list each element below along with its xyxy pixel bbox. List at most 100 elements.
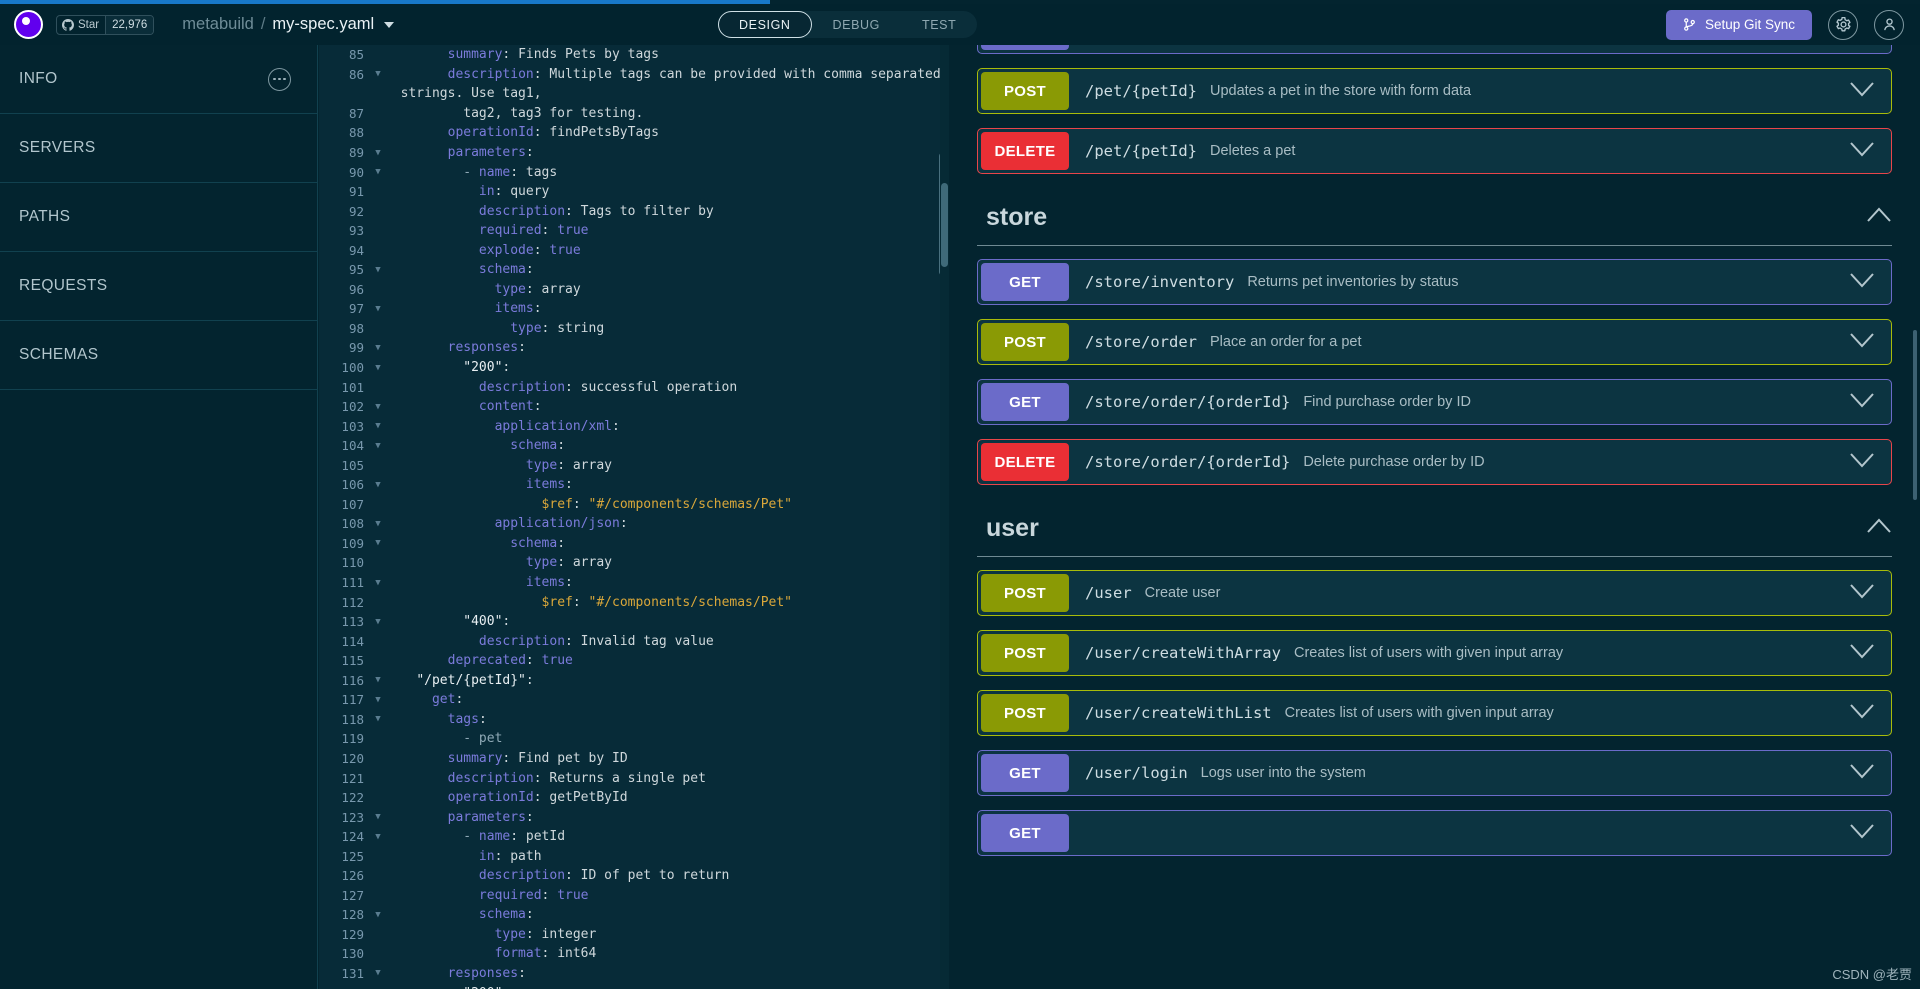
fold-toggle-icon[interactable]: ▼	[371, 167, 385, 177]
code-line[interactable]: 108 ▼ application/json:	[319, 514, 949, 534]
endpoint-row[interactable]: POST/store/order Place an order for a pet	[977, 319, 1892, 365]
code-line[interactable]: 92 description: Tags to filter by	[319, 201, 949, 221]
mode-tab-design[interactable]: DESIGN	[718, 11, 812, 38]
endpoint-row[interactable]: GET	[977, 810, 1892, 856]
code-line[interactable]: 117 ▼ get:	[319, 690, 949, 710]
code-line[interactable]: 129 type: integer	[319, 925, 949, 945]
chevron-down-icon[interactable]	[1849, 823, 1875, 840]
fold-toggle-icon[interactable]: ▼	[371, 538, 385, 548]
code-line[interactable]: 88 operationId: findPetsByTags	[319, 123, 949, 143]
github-star-widget[interactable]: Star 22,976	[56, 14, 155, 35]
code-line[interactable]: 122 operationId: getPetById	[319, 788, 949, 808]
fold-toggle-icon[interactable]: ▼	[371, 910, 385, 920]
expand-endpoint-button[interactable]	[1849, 823, 1875, 845]
sidebar-item-info[interactable]: INFO	[0, 45, 317, 114]
fold-toggle-icon[interactable]: ▼	[371, 265, 385, 275]
code-line[interactable]: 103 ▼ application/xml:	[319, 416, 949, 436]
code-line[interactable]: 100 ▼ "200":	[319, 358, 949, 378]
endpoint-row[interactable]: DELETE/store/order/{orderId} Delete purch…	[977, 439, 1892, 485]
chevron-down-icon[interactable]	[1849, 583, 1875, 600]
expand-endpoint-button[interactable]	[1849, 703, 1875, 725]
right-panel-scrollbar-thumb[interactable]	[941, 183, 948, 267]
code-line[interactable]: strings. Use tag1,	[319, 84, 949, 104]
endpoint-row[interactable]: GET/store/order/{orderId} Find purchase o…	[977, 379, 1892, 425]
expand-endpoint-button[interactable]	[1849, 643, 1875, 665]
code-line[interactable]: 105 type: array	[319, 455, 949, 475]
code-line[interactable]: 104 ▼ schema:	[319, 436, 949, 456]
chevron-down-icon[interactable]	[1849, 452, 1875, 469]
breadcrumb-org[interactable]: metabuild	[182, 15, 254, 34]
code-line[interactable]: 89 ▼ parameters:	[319, 143, 949, 163]
code-line[interactable]: 95 ▼ schema:	[319, 260, 949, 280]
code-line[interactable]: 90 ▼ - name: tags	[319, 162, 949, 182]
fold-toggle-icon[interactable]: ▼	[371, 421, 385, 431]
code-line[interactable]: 127 required: true	[319, 886, 949, 906]
code-line[interactable]: 93 required: true	[319, 221, 949, 241]
code-line[interactable]: 91 in: query	[319, 182, 949, 202]
chevron-down-icon[interactable]	[1849, 141, 1875, 158]
fold-toggle-icon[interactable]: ▼	[371, 441, 385, 451]
code-line[interactable]: 121 description: Returns a single pet	[319, 768, 949, 788]
settings-button[interactable]	[1828, 9, 1858, 40]
chevron-down-icon[interactable]	[384, 21, 395, 28]
sidebar-item-requests[interactable]: REQUESTS	[0, 252, 317, 321]
fold-toggle-icon[interactable]: ▼	[371, 69, 385, 79]
code-line[interactable]: 124 ▼ - name: petId	[319, 827, 949, 847]
code-line[interactable]: 86 ▼ description: Multiple tags can be pr…	[319, 65, 949, 85]
endpoint-row[interactable]: POST/user/createWithArray Creates list of…	[977, 630, 1892, 676]
expand-endpoint-button[interactable]	[1849, 452, 1875, 474]
setup-git-sync-button[interactable]: Setup Git Sync	[1665, 9, 1812, 40]
code-line[interactable]: 87 tag2, tag3 for testing.	[319, 104, 949, 124]
fold-toggle-icon[interactable]: ▼	[371, 363, 385, 373]
endpoint-row[interactable]: DELETE/pet/{petId} Deletes a pet	[977, 128, 1892, 174]
fold-toggle-icon[interactable]: ▼	[371, 343, 385, 353]
code-line[interactable]: 116 ▼ "/pet/{petId}":	[319, 671, 949, 691]
code-line[interactable]: 98 type: string	[319, 319, 949, 339]
code-line[interactable]: 113 ▼ "400":	[319, 612, 949, 632]
fold-toggle-icon[interactable]: ▼	[371, 402, 385, 412]
code-line[interactable]: 130 format: int64	[319, 944, 949, 964]
collapse-section-button[interactable]	[1866, 207, 1892, 229]
code-line[interactable]: 125 in: path	[319, 846, 949, 866]
code-line[interactable]: 120 summary: Find pet by ID	[319, 749, 949, 769]
ellipsis-icon[interactable]	[268, 67, 291, 91]
code-line[interactable]: 112 $ref: "#/components/schemas/Pet"	[319, 592, 949, 612]
account-button[interactable]	[1874, 9, 1904, 40]
fold-toggle-icon[interactable]: ▼	[371, 675, 385, 685]
tag-section-header-store[interactable]: store	[977, 190, 1892, 246]
fold-toggle-icon[interactable]: ▼	[371, 578, 385, 588]
expand-endpoint-button[interactable]	[1849, 763, 1875, 785]
endpoint-row[interactable]: POST/user/createWithList Creates list of …	[977, 690, 1892, 736]
fold-toggle-icon[interactable]: ▼	[371, 519, 385, 529]
tag-section-header-user[interactable]: user	[977, 501, 1892, 557]
code-line[interactable]: 118 ▼ tags:	[319, 710, 949, 730]
fold-toggle-icon[interactable]: ▼	[371, 714, 385, 724]
yaml-code-editor[interactable]: 85 summary: Finds Pets by tags 86 ▼ descri…	[319, 45, 949, 989]
fold-toggle-icon[interactable]: ▼	[371, 148, 385, 158]
chevron-up-icon[interactable]	[1866, 207, 1892, 224]
expand-endpoint-button[interactable]	[1849, 272, 1875, 294]
code-line[interactable]: 102 ▼ content:	[319, 397, 949, 417]
fold-toggle-icon[interactable]: ▼	[371, 695, 385, 705]
chevron-down-icon[interactable]	[1849, 392, 1875, 409]
fold-toggle-icon[interactable]: ▼	[371, 480, 385, 490]
sidebar-item-servers[interactable]: SERVERS	[0, 114, 317, 183]
expand-endpoint-button[interactable]	[1849, 392, 1875, 414]
fold-toggle-icon[interactable]: ▼	[371, 304, 385, 314]
chevron-down-icon[interactable]	[1849, 763, 1875, 780]
code-line[interactable]: 99 ▼ responses:	[319, 338, 949, 358]
mode-tab-debug[interactable]: DEBUG	[812, 11, 901, 38]
expand-endpoint-button[interactable]	[1849, 583, 1875, 605]
code-line[interactable]: 132▼ "200":	[319, 983, 949, 989]
fold-toggle-icon[interactable]: ▼	[371, 812, 385, 822]
code-line[interactable]: 109 ▼ schema:	[319, 534, 949, 554]
fold-toggle-icon[interactable]: ▼	[371, 617, 385, 627]
chevron-down-icon[interactable]	[1849, 332, 1875, 349]
endpoint-row[interactable]: POST/user Create user	[977, 570, 1892, 616]
fold-toggle-icon[interactable]: ▼	[371, 832, 385, 842]
breadcrumb-file[interactable]: my-spec.yaml	[272, 15, 374, 34]
code-line[interactable]: 126 description: ID of pet to return	[319, 866, 949, 886]
expand-endpoint-button[interactable]	[1849, 81, 1875, 103]
code-line[interactable]: 111 ▼ items:	[319, 573, 949, 593]
fold-toggle-icon[interactable]: ▼	[371, 968, 385, 978]
